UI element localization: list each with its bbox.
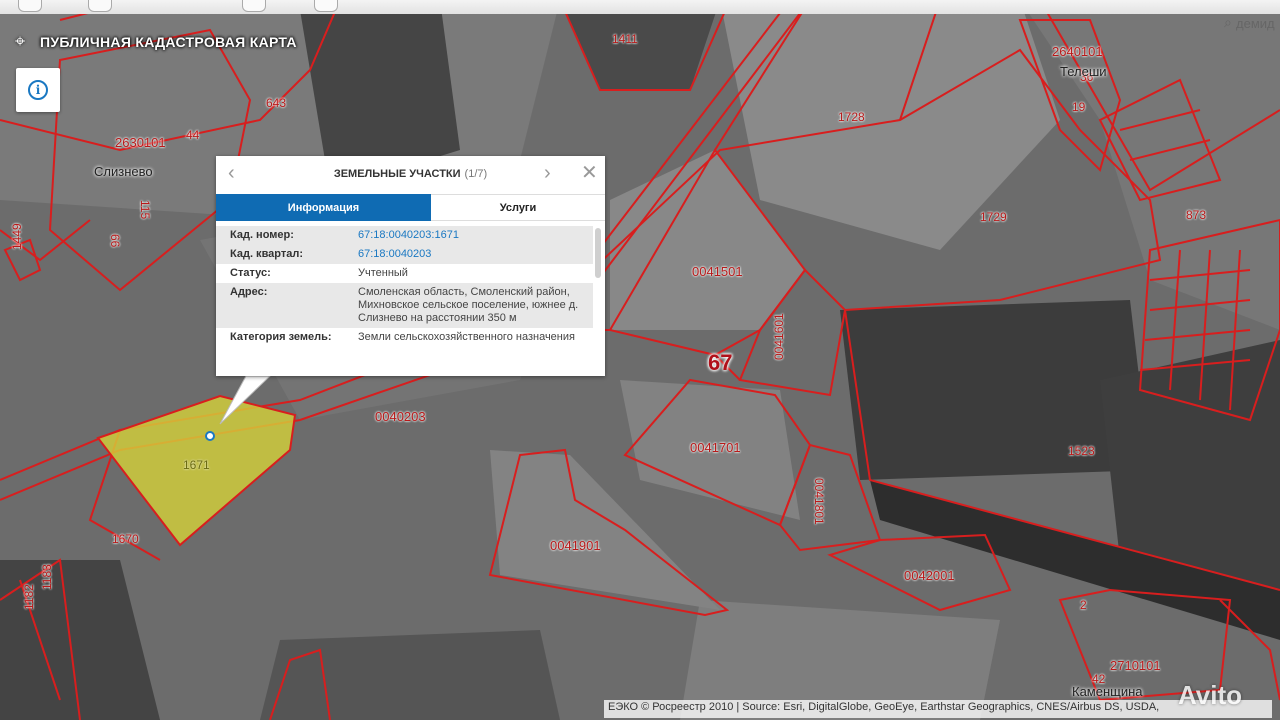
tab-shape	[18, 0, 42, 12]
parcel-number: 1411	[612, 32, 638, 46]
quarter-label: 0042001	[904, 568, 955, 583]
search-icon[interactable]: ⌕	[1224, 14, 1232, 31]
parcel-number: 1449	[10, 223, 24, 250]
info-row: Категория земель: Земли сельскохозяйстве…	[216, 328, 593, 347]
popup-title-text: ЗЕМЕЛЬНЫЕ УЧАСТКИ	[333, 168, 461, 180]
info-key: Категория земель:	[230, 331, 332, 343]
parcel-number: 1670	[112, 532, 139, 546]
quarter-label: 2630101	[115, 135, 166, 150]
parcel-number: 1729	[980, 210, 1007, 224]
tab-shape	[88, 0, 112, 12]
place-name: Каменщина	[1072, 684, 1143, 699]
parcel-number: 2	[1080, 598, 1087, 612]
cadastral-quarter-link[interactable]: 67:18:0040203	[358, 248, 431, 261]
place-name: Слизнево	[94, 164, 153, 179]
info-key: Кад. квартал:	[230, 248, 304, 260]
quarter-label: 0040203	[375, 409, 426, 424]
tab-information[interactable]: Информация	[216, 194, 431, 221]
avito-watermark: Avito	[1178, 680, 1243, 710]
popup-scrollbar[interactable]	[595, 228, 601, 278]
info-row: Адрес: Смоленская область, Смоленский ра…	[216, 283, 593, 328]
tab-services[interactable]: Услуги	[431, 194, 605, 221]
parcel-number: 44	[186, 128, 200, 142]
popup-info-list[interactable]: Кад. номер: 67:18:0040203:1671 Кад. квар…	[216, 226, 593, 369]
parcel-number: 873	[1186, 208, 1207, 222]
map-attribution: ЕЭКО © Росреестр 2010 | Source: Esri, Di…	[604, 700, 1272, 718]
parcel-number: 1182	[22, 584, 36, 610]
info-value: Земли сельскохозяйственного назначения	[358, 331, 575, 343]
tab-shape	[314, 0, 338, 12]
parcel-number: 1728	[838, 110, 865, 124]
place-name: Телеши	[1060, 64, 1107, 79]
cadastral-number-link[interactable]: 67:18:0040203:1671	[358, 229, 459, 242]
parcel-number: 19	[1072, 100, 1086, 114]
cadastral-map[interactable]	[0, 0, 1280, 720]
parcel-number: 1183	[40, 564, 54, 590]
parcel-number: 643	[266, 96, 287, 110]
quarter-label: 0041501	[692, 264, 743, 279]
quarter-label: 0041801	[812, 478, 826, 525]
layers-icon[interactable]: ⌖	[15, 32, 25, 50]
tab-shape	[242, 0, 266, 12]
browser-top-strip	[0, 0, 1280, 14]
quarter-label: 0041601	[772, 313, 786, 360]
close-icon[interactable]: ✕	[581, 163, 598, 183]
info-button[interactable]: i	[16, 68, 60, 112]
info-key: Статус:	[230, 267, 271, 279]
selected-parcel-label: 1671	[183, 458, 210, 472]
map-title: ПУБЛИЧНАЯ КАДАСТРОВАЯ КАРТА	[40, 34, 297, 50]
quarter-label: 2640101	[1052, 44, 1103, 59]
region-number: 67	[708, 350, 733, 375]
parcel-number: 66	[108, 234, 122, 248]
popup-header: ‹ ЗЕМЕЛЬНЫЕ УЧАСТКИ (1/7) › ✕	[216, 156, 605, 194]
info-key: Адрес:	[230, 286, 268, 298]
parcel-number: 115	[138, 200, 152, 220]
info-row: Кад. номер: 67:18:0040203:1671	[216, 226, 593, 245]
info-key: Кад. номер:	[230, 229, 294, 241]
info-icon: i	[28, 80, 48, 100]
quarter-label: 2710101	[1110, 658, 1161, 673]
quarter-label: 0041901	[550, 538, 601, 553]
info-value: Учтенный	[358, 267, 408, 279]
info-row: Кад. квартал: 67:18:0040203	[216, 245, 593, 264]
popup-counter: (1/7)	[464, 168, 488, 180]
parcel-popup: ‹ ЗЕМЕЛЬНЫЕ УЧАСТКИ (1/7) › ✕ Информация …	[216, 156, 605, 376]
info-value: Смоленская область, Смоленский район, Ми…	[358, 286, 579, 324]
parcel-number: 1523	[1068, 444, 1095, 458]
info-row: Статус: Учтенный	[216, 264, 593, 283]
quarter-label: 0041701	[690, 440, 741, 455]
chevron-right-icon[interactable]: ›	[544, 163, 551, 183]
popup-tabs: Информация Услуги	[216, 194, 605, 221]
top-search-text: демид	[1236, 16, 1275, 31]
